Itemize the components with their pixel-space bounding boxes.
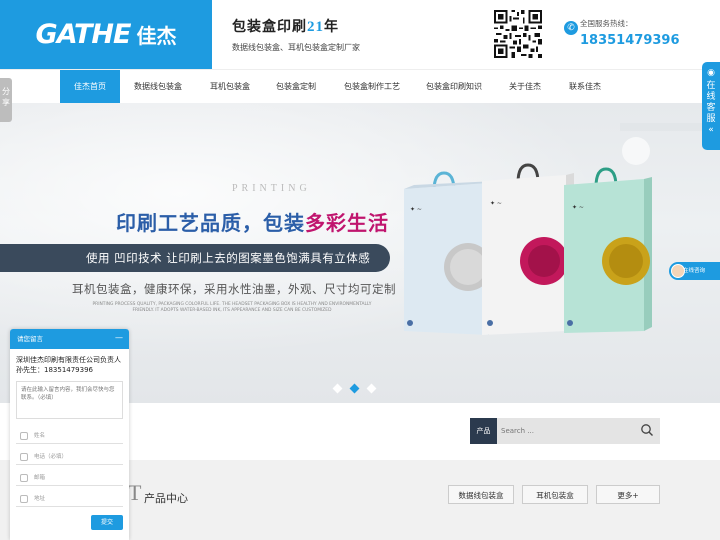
message-textarea[interactable]	[16, 381, 123, 419]
slider-dot-1[interactable]	[332, 383, 343, 394]
phone-field[interactable]: 电话（必填）	[16, 449, 123, 465]
main-nav: 佳杰首页 数据线包装盒 耳机包装盒 包装盒定制 包装盒制作工艺 包装盒印刷知识 …	[0, 69, 720, 104]
banner-printing-word: PRINTING	[232, 183, 311, 194]
qr-code-icon	[494, 10, 542, 58]
location-icon	[20, 495, 28, 503]
hotline: ✆ 全国服务热线： 18351479396	[564, 18, 680, 48]
tab-cable-box[interactable]: 数据线包装盒	[448, 485, 514, 504]
phone-placeholder: 电话（必填）	[34, 454, 68, 460]
address-placeholder: 地址	[34, 496, 46, 502]
svg-text:✦ ~: ✦ ~	[490, 200, 502, 207]
nav-item-earphone-box[interactable]: 耳机包装盒	[202, 70, 258, 104]
nav-item-craft[interactable]: 包装盒制作工艺	[338, 70, 406, 104]
minimize-icon[interactable]: —	[115, 333, 123, 342]
site-logo[interactable]: GATHE 佳杰	[0, 0, 212, 69]
slogan-title: 包装盒印刷21年	[232, 16, 360, 36]
user-icon	[20, 432, 28, 440]
nav-item-contact[interactable]: 联系佳杰	[562, 70, 608, 104]
message-widget-header: 请您留言	[10, 329, 129, 349]
submit-button[interactable]: 提交	[91, 515, 123, 530]
headline-part-b: 品质，包装	[200, 213, 305, 235]
product-boxes-image: ✦ ~ ✦ ~ ✦ ~	[404, 163, 652, 335]
tab-earphone-box[interactable]: 耳机包装盒	[522, 485, 588, 504]
tab-more[interactable]: 更多+	[596, 485, 660, 504]
slider-dots	[332, 383, 377, 394]
header-slogan: 包装盒印刷21年 数据线包装盒、耳机包装盒定制厂家	[232, 16, 360, 53]
nav-item-home[interactable]: 佳杰首页	[60, 70, 120, 104]
products-title-letter: T	[128, 480, 142, 505]
search-input[interactable]	[497, 418, 660, 444]
nav-item-about[interactable]: 关于佳杰	[502, 70, 548, 104]
phone-icon: ✆	[564, 21, 578, 35]
slider-dot-3[interactable]	[366, 383, 377, 394]
name-field[interactable]: 姓名	[16, 428, 123, 444]
chat-icon: ◉	[707, 68, 715, 78]
name-placeholder: 姓名	[34, 433, 46, 439]
svg-text:✦ ~: ✦ ~	[410, 206, 422, 213]
headline-part-c: 多彩生活	[305, 213, 389, 235]
message-widget: 请您留言 — 深圳佳杰印刷有限责任公司负责人 孙先生：18351479396 姓…	[10, 329, 129, 540]
page: GATHE 佳杰 包装盒印刷21年 数据线包装盒、耳机包装盒定制厂家 ✆ 全国服…	[0, 0, 720, 540]
slogan-years: 21	[307, 19, 324, 35]
intro-line2: 孙先生：18351479396	[16, 366, 93, 374]
share-tab[interactable]: 分享	[0, 78, 12, 122]
headline-part-a: 印刷工艺	[116, 213, 200, 235]
banner-headline: 印刷工艺品质，包装多彩生活	[116, 207, 389, 236]
banner-feature-bar: 使用 凹印技术 让印刷上去的图案墨色饱满具有立体感	[0, 244, 390, 272]
banner-fine-print: PRINTING PROCESS QUALITY, PACKAGING COLO…	[92, 302, 372, 313]
online-service-label: 在线客服	[706, 81, 716, 124]
mail-icon	[20, 474, 28, 482]
nav-item-knowledge[interactable]: 包装盒印刷知识	[420, 70, 488, 104]
avatar	[671, 264, 685, 278]
email-placeholder: 邮箱	[34, 475, 46, 481]
logo-text: GATHE	[35, 19, 132, 50]
online-service-tab[interactable]: ◉ 在线客服 «	[702, 62, 720, 150]
slogan-title-pre: 包装盒印刷	[232, 19, 307, 35]
products-title: 产品中心	[144, 492, 188, 505]
hotline-label-row: ✆ 全国服务热线： 18351479396	[564, 18, 680, 48]
search-icon[interactable]	[640, 423, 654, 437]
svg-text:✦ ~: ✦ ~	[572, 204, 584, 211]
search-category-select[interactable]: 产品	[470, 418, 497, 444]
consult-label: 在线咨询	[683, 268, 706, 274]
address-field[interactable]: 地址	[16, 491, 123, 507]
intro-line1: 深圳佳杰印刷有限责任公司负责人	[16, 356, 121, 364]
message-intro: 深圳佳杰印刷有限责任公司负责人 孙先生：18351479396	[10, 349, 129, 375]
email-field[interactable]: 邮箱	[16, 470, 123, 486]
logo-cn: 佳杰	[136, 24, 177, 48]
phone-field-icon	[20, 453, 28, 461]
slogan-title-post: 年	[324, 19, 339, 35]
hotline-label: 全国服务热线：	[580, 19, 633, 28]
hotline-number[interactable]: 18351479396	[580, 33, 680, 48]
banner-line2: 耳机包装盒，健康环保，采用水性油墨，外观、尺寸均可定制	[72, 282, 396, 296]
nav-item-custom-box[interactable]: 包装盒定制	[268, 70, 324, 104]
nav-item-cable-box[interactable]: 数据线包装盒	[128, 70, 188, 104]
chevron-left-icon: «	[708, 125, 714, 135]
slogan-subtitle: 数据线包装盒、耳机包装盒定制厂家	[232, 43, 360, 52]
slider-dot-2[interactable]	[349, 383, 360, 394]
